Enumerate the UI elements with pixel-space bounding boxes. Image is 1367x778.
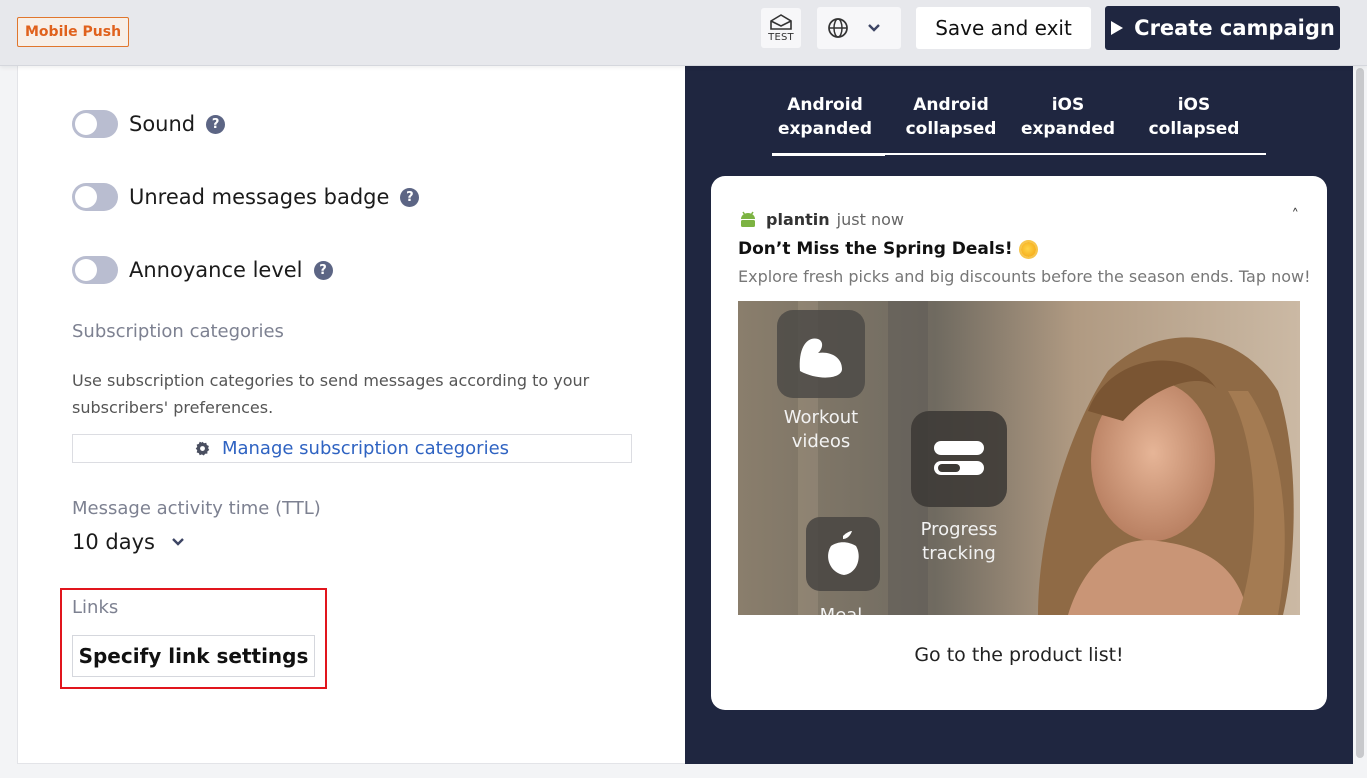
manage-subscription-label: Manage subscription categories (221, 438, 510, 459)
language-dropdown[interactable] (817, 7, 901, 49)
ttl-label: Message activity time (TTL) (72, 498, 321, 519)
unread-badge-label: Unread messages badge (129, 185, 390, 209)
subscription-title: Subscription categories (72, 321, 284, 342)
test-icon (770, 14, 792, 30)
badge-setting: Unread messages badge ? (72, 183, 420, 211)
help-icon[interactable]: ? (206, 114, 226, 134)
notification-title-text: Don’t Miss the Spring Deals! (738, 239, 1013, 259)
tab-android-collapsed[interactable]: Android collapsed (891, 93, 1011, 141)
notification-title: Don’t Miss the Spring Deals! (738, 239, 1036, 259)
notification-header: plantin just now (738, 210, 904, 229)
active-tab-indicator (772, 153, 885, 156)
subscription-description: Use subscription categories to send mess… (72, 371, 590, 417)
android-icon (741, 211, 755, 227)
chevron-down-icon (868, 24, 880, 32)
channel-badge: Mobile Push (17, 17, 130, 47)
preview-tabs: Android expanded Android collapsed iOS expa… (772, 91, 1266, 156)
notification-image: Workoutvideos Progresstracking Mealplans (738, 301, 1300, 615)
save-and-exit-button[interactable]: Save and exit (916, 7, 1091, 49)
sound-toggle[interactable] (72, 110, 118, 138)
sound-label: Sound (129, 112, 196, 136)
play-icon (1111, 21, 1124, 35)
tab-ios-collapsed[interactable]: iOS collapsed (1134, 93, 1254, 141)
test-button[interactable]: TEST (761, 8, 801, 48)
app-name: plantin (766, 210, 830, 229)
ttl-value: 10 days (72, 530, 155, 554)
collapse-icon[interactable]: ˄ (1292, 206, 1300, 224)
chevron-down-icon (172, 538, 184, 546)
annoyance-toggle[interactable] (72, 256, 118, 284)
manage-subscription-button[interactable]: Manage subscription categories (72, 434, 632, 463)
links-label: Links (72, 597, 119, 618)
help-icon[interactable]: ? (313, 260, 333, 280)
scrollbar-thumb[interactable] (1356, 68, 1364, 758)
notification-action[interactable]: Go to the product list! (711, 644, 1327, 666)
notification-body: Explore fresh picks and big discounts be… (738, 267, 1311, 286)
top-bar: Mobile Push TEST Save and exit Create ca… (0, 0, 1367, 66)
unread-badge-toggle[interactable] (72, 183, 118, 211)
sound-setting: Sound ? (72, 110, 226, 138)
test-label: TEST (768, 32, 794, 43)
notification-time: just now (836, 210, 904, 229)
create-campaign-label: Create campaign (1134, 16, 1335, 40)
annoyance-label: Annoyance level (129, 258, 303, 282)
annoyance-setting: Annoyance level ? (72, 256, 333, 284)
notification-preview: plantin just now ˄ Don’t Miss the Spring… (711, 176, 1327, 710)
help-icon[interactable]: ? (400, 187, 420, 207)
globe-icon (828, 18, 848, 38)
preview-panel: Android expanded Android collapsed iOS expa… (685, 66, 1353, 764)
gear-icon (195, 441, 210, 456)
create-campaign-button[interactable]: Create campaign (1105, 6, 1340, 50)
specify-link-settings-button[interactable]: Specify link settings (72, 635, 315, 677)
ttl-dropdown[interactable]: 10 days (72, 530, 185, 554)
meal-label: Mealplans (817, 605, 865, 615)
sun-emoji-icon (1020, 241, 1036, 257)
settings-panel: Sound ? Unread messages badge ? Annoyanc… (17, 66, 685, 764)
tab-ios-expanded[interactable]: iOS expanded (1008, 93, 1128, 141)
tab-android-expanded[interactable]: Android expanded (765, 93, 885, 141)
